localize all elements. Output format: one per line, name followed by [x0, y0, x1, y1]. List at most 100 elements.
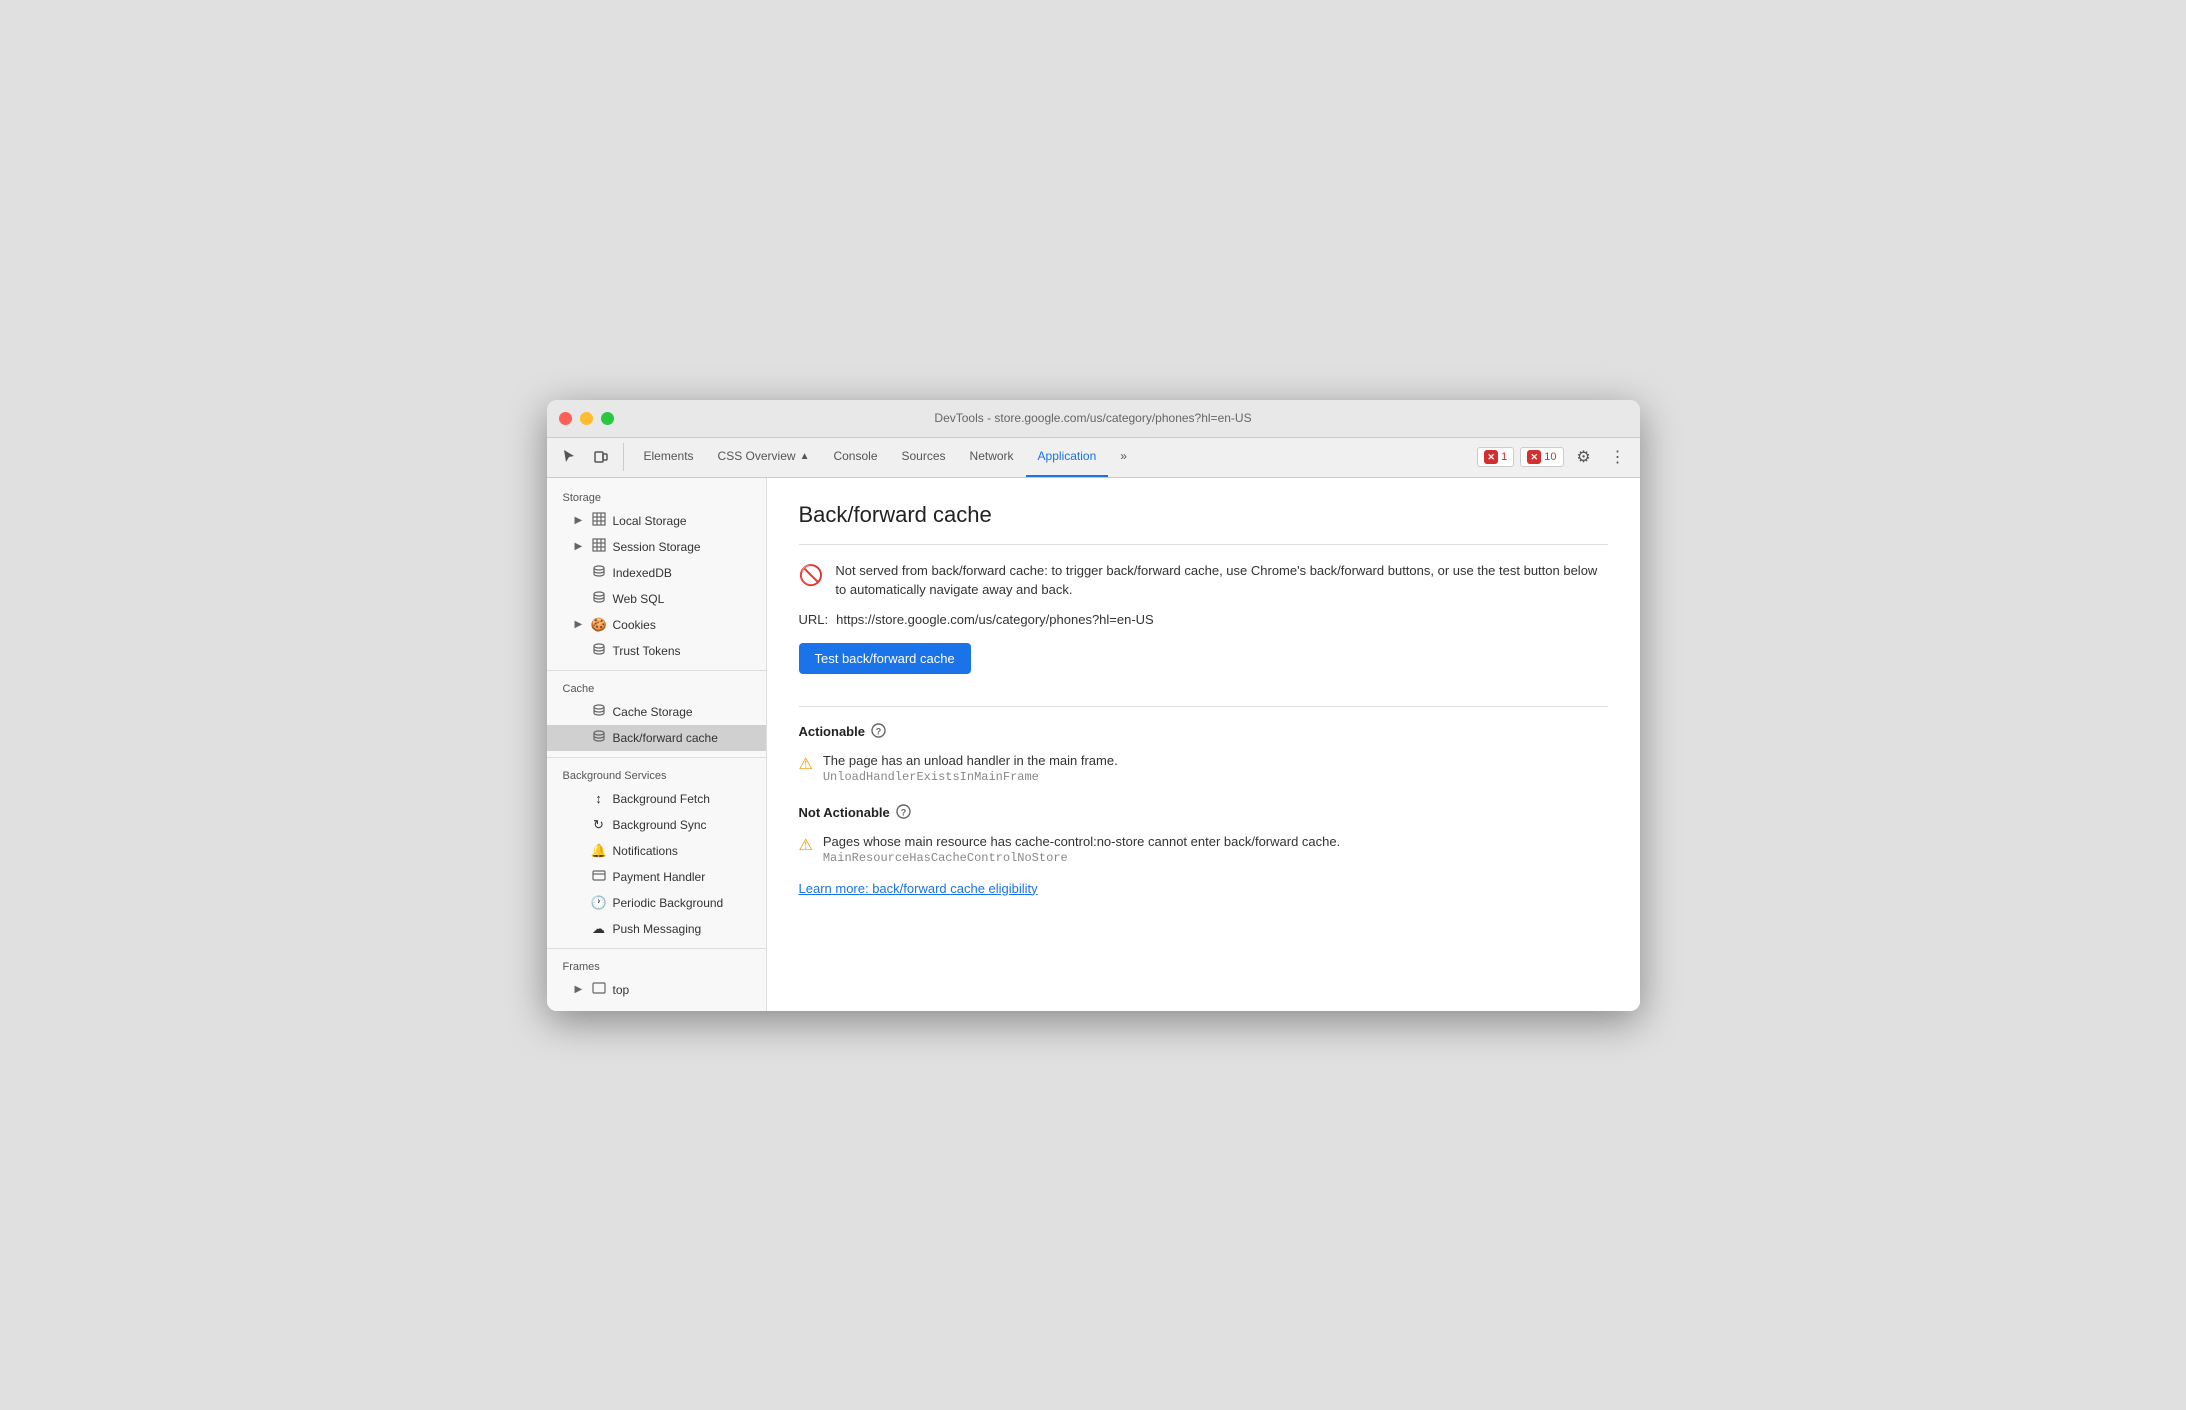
warning-icon-2: ⚠	[799, 835, 813, 855]
css-overview-icon: ▲	[800, 451, 810, 462]
sidebar: Storage ▶ Local Storage ▶	[547, 478, 767, 1011]
learn-more-link[interactable]: Learn more: back/forward cache eligibili…	[799, 881, 1608, 896]
devtools-body: Storage ▶ Local Storage ▶	[547, 478, 1640, 1011]
titlebar: DevTools - store.google.com/us/category/…	[547, 400, 1640, 438]
window-controls	[559, 412, 614, 425]
warning-desc-1: The page has an unload handler in the ma…	[823, 753, 1118, 768]
expand-arrow-icon: ▶	[575, 619, 585, 630]
bf-cache-label: Back/forward cache	[613, 731, 718, 745]
sidebar-item-top-frame[interactable]: ▶ top	[547, 977, 766, 1003]
sidebar-item-push-messaging[interactable]: ▶ ☁ Push Messaging	[547, 916, 766, 942]
actionable-warning-1: ⚠ The page has an unload handler in the …	[799, 753, 1608, 784]
periodic-bg-label: Periodic Background	[613, 896, 724, 910]
bg-sync-label: Background Sync	[613, 818, 707, 832]
warning-desc-2: Pages whose main resource has cache-cont…	[823, 834, 1340, 849]
indexeddb-label: IndexedDB	[613, 566, 672, 580]
error-count-badge[interactable]: ✕ 1	[1477, 447, 1514, 467]
warning-icon-1: ⚠	[799, 754, 813, 774]
settings-button[interactable]: ⚙	[1570, 443, 1598, 471]
main-content: Back/forward cache 🚫 Not served from bac…	[767, 478, 1640, 1011]
bg-services-label: Background Services	[547, 764, 766, 786]
expand-arrow-icon: ▶	[575, 984, 585, 995]
minimize-button[interactable]	[580, 412, 593, 425]
expand-arrow-icon: ▶	[575, 515, 585, 526]
divider-2	[547, 757, 766, 758]
close-button[interactable]	[559, 412, 572, 425]
info-message-box: 🚫 Not served from back/forward cache: to…	[799, 561, 1608, 600]
url-label: URL:	[799, 612, 829, 627]
sidebar-item-web-sql[interactable]: ▶ Web SQL	[547, 586, 766, 612]
notifications-label: Notifications	[613, 844, 678, 858]
trust-tokens-icon	[591, 642, 607, 659]
top-frame-icon	[591, 982, 607, 997]
sidebar-item-bg-fetch[interactable]: ▶ ↕ Background Fetch	[547, 786, 766, 812]
frames-section-label: Frames	[547, 955, 766, 977]
actionable-section-title: Actionable ?	[799, 723, 1608, 741]
not-actionable-help-icon[interactable]: ?	[896, 804, 911, 822]
svg-text:?: ?	[876, 726, 882, 736]
web-sql-label: Web SQL	[613, 592, 665, 606]
bg-fetch-icon: ↕	[591, 791, 607, 806]
sidebar-item-local-storage[interactable]: ▶ Local Storage	[547, 508, 766, 534]
divider-3	[547, 948, 766, 949]
indexeddb-icon	[591, 564, 607, 581]
sidebar-item-trust-tokens[interactable]: ▶ Trust Tokens	[547, 638, 766, 664]
tab-network[interactable]: Network	[958, 438, 1026, 477]
session-storage-icon	[591, 538, 607, 555]
page-title: Back/forward cache	[799, 502, 1608, 528]
warning-count-badge[interactable]: ✕ 10	[1520, 447, 1563, 467]
actionable-help-icon[interactable]: ?	[871, 723, 886, 741]
sidebar-item-bf-cache[interactable]: ▶ Back/forward cache	[547, 725, 766, 751]
storage-section-label: Storage	[547, 486, 766, 508]
sidebar-item-bg-sync[interactable]: ▶ ↻ Background Sync	[547, 812, 766, 838]
sidebar-item-notifications[interactable]: ▶ 🔔 Notifications	[547, 838, 766, 864]
payment-handler-label: Payment Handler	[613, 870, 706, 884]
window-title: DevTools - store.google.com/us/category/…	[934, 411, 1251, 425]
sidebar-item-periodic-bg[interactable]: ▶ 🕐 Periodic Background	[547, 890, 766, 916]
sidebar-item-cookies[interactable]: ▶ 🍪 Cookies	[547, 612, 766, 638]
middle-divider	[799, 706, 1608, 707]
warning-content-1: The page has an unload handler in the ma…	[823, 753, 1118, 784]
url-row: URL: https://store.google.com/us/categor…	[799, 612, 1608, 627]
tab-console[interactable]: Console	[821, 438, 889, 477]
not-actionable-warning-1: ⚠ Pages whose main resource has cache-co…	[799, 834, 1608, 865]
periodic-bg-icon: 🕐	[591, 895, 607, 911]
sidebar-item-session-storage[interactable]: ▶ Session Storage	[547, 534, 766, 560]
warning-x-icon: ✕	[1527, 450, 1541, 464]
bf-cache-icon	[591, 729, 607, 746]
more-options-button[interactable]: ⋮	[1604, 443, 1632, 471]
sidebar-item-payment-handler[interactable]: ▶ Payment Handler	[547, 864, 766, 890]
tab-more[interactable]: »	[1108, 438, 1139, 477]
test-bf-cache-button[interactable]: Test back/forward cache	[799, 643, 971, 674]
local-storage-icon	[591, 512, 607, 529]
cache-section-label: Cache	[547, 677, 766, 699]
not-actionable-section-title: Not Actionable ?	[799, 804, 1608, 822]
trust-tokens-label: Trust Tokens	[613, 644, 681, 658]
session-storage-label: Session Storage	[613, 540, 701, 554]
expand-arrow-icon: ▶	[575, 541, 585, 552]
tab-elements[interactable]: Elements	[632, 438, 706, 477]
top-frame-label: top	[613, 983, 630, 997]
device-toggle-icon[interactable]	[587, 443, 615, 471]
local-storage-label: Local Storage	[613, 514, 687, 528]
web-sql-icon	[591, 590, 607, 607]
cache-storage-label: Cache Storage	[613, 705, 693, 719]
svg-text:?: ?	[901, 807, 907, 817]
push-messaging-icon: ☁	[591, 921, 607, 937]
tab-application[interactable]: Application	[1026, 438, 1109, 477]
notifications-icon: 🔔	[591, 843, 607, 859]
payment-handler-icon	[591, 869, 607, 884]
cookies-icon: 🍪	[591, 617, 607, 633]
toolbar-icons	[555, 443, 624, 471]
tab-sources[interactable]: Sources	[890, 438, 958, 477]
divider-1	[547, 670, 766, 671]
sidebar-item-cache-storage[interactable]: ▶ Cache Storage	[547, 699, 766, 725]
toolbar-tabs: Elements CSS Overview ▲ Console Sources …	[632, 438, 1478, 477]
maximize-button[interactable]	[601, 412, 614, 425]
tab-css-overview[interactable]: CSS Overview ▲	[706, 438, 822, 477]
cursor-icon[interactable]	[555, 443, 583, 471]
devtools-window: DevTools - store.google.com/us/category/…	[547, 400, 1640, 1011]
sidebar-item-indexeddb[interactable]: ▶ IndexedDB	[547, 560, 766, 586]
info-message-text: Not served from back/forward cache: to t…	[835, 561, 1607, 600]
bg-sync-icon: ↻	[591, 817, 607, 833]
